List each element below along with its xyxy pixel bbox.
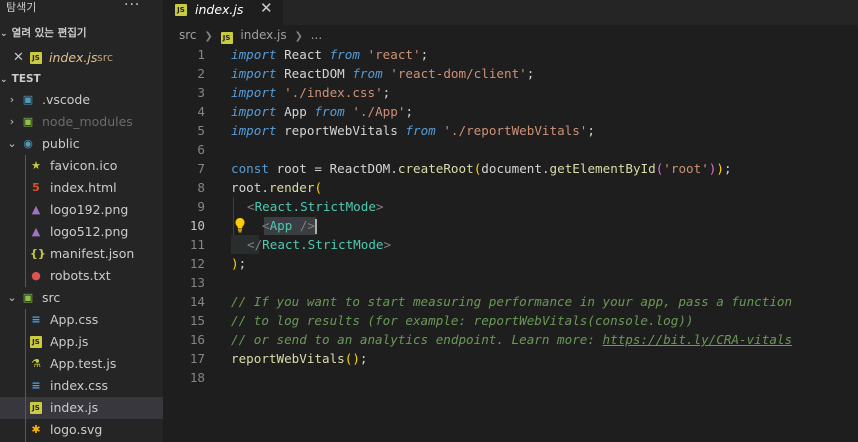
tab-bar: JS index.js ✕ xyxy=(163,0,858,26)
chevron-down-icon: ⌄ xyxy=(0,75,8,85)
json-icon: {} xyxy=(30,247,46,260)
tree-item-label: index.js xyxy=(50,400,99,415)
line-number: 6 xyxy=(197,142,205,157)
open-editor-item[interactable]: ✕ JS index.js src xyxy=(0,47,163,69)
test-icon: ⚗ xyxy=(31,357,41,370)
lightbulb-icon[interactable] xyxy=(234,217,246,233)
tab-label: index.js xyxy=(195,2,244,17)
open-editor-folder: src xyxy=(97,51,114,64)
chevron-down-icon: ⌄ xyxy=(0,29,8,39)
svg-icon: ✱ xyxy=(31,423,41,436)
line-number: 18 xyxy=(189,370,205,385)
public-folder-icon: ◉ xyxy=(23,137,33,150)
explorer-sidebar: 탐색기 ··· ⌄ 열려 있는 편집기 ✕ JS index.js src ⌄ … xyxy=(0,0,163,442)
more-actions-button[interactable]: ··· xyxy=(124,0,140,13)
js-file-icon: JS xyxy=(30,52,42,64)
code-line: root.render( xyxy=(231,180,323,195)
open-editors-label: 열려 있는 편집기 xyxy=(11,27,87,39)
code-line: // to log results (for example: reportWe… xyxy=(231,313,694,328)
explorer-title: 탐색기 xyxy=(6,1,37,14)
code-line: import ReactDOM from 'react-dom/client'; xyxy=(231,66,535,81)
project-section[interactable]: ⌄ TEST xyxy=(0,71,41,87)
js-icon: JS xyxy=(30,402,42,414)
js-file-icon: JS xyxy=(220,32,233,44)
code-line: const root = ReactDOM.createRoot(documen… xyxy=(231,161,732,176)
css-icon: ≡ xyxy=(31,379,41,392)
css-icon: ≡ xyxy=(31,313,41,326)
tree-item-label: public xyxy=(42,136,80,151)
js-file-icon: JS xyxy=(175,4,187,16)
tree-item-label: src xyxy=(42,290,61,305)
vscode-folder-icon: ▣ xyxy=(22,93,34,106)
code-line: import React from 'react'; xyxy=(231,47,429,62)
chevron-right-icon: ❯ xyxy=(204,31,213,42)
chevron-right-icon: › xyxy=(9,93,15,106)
html-icon: 5 xyxy=(32,181,40,194)
tree-item-label: robots.txt xyxy=(50,268,111,283)
chevron-down-icon: ⌄ xyxy=(7,137,17,150)
tab-index-js[interactable]: JS index.js ✕ xyxy=(163,0,283,26)
open-editors-section[interactable]: ⌄ 열려 있는 편집기 xyxy=(0,25,87,41)
js-icon: JS xyxy=(30,336,42,348)
code-line-active: <App /> xyxy=(262,218,316,233)
text-cursor xyxy=(315,219,317,234)
code-line: <React.StrictMode> xyxy=(247,199,384,214)
code-line: </React.StrictMode> xyxy=(247,237,392,252)
breadcrumb-more[interactable]: ... xyxy=(311,28,322,42)
project-label: TEST xyxy=(11,73,41,85)
chevron-right-icon: ❯ xyxy=(294,31,303,42)
tree-item-label: logo512.png xyxy=(50,224,129,239)
open-editor-name: index.js xyxy=(49,50,98,65)
node-folder-icon: ▣ xyxy=(22,115,34,128)
tree-item-label: index.css xyxy=(50,378,109,393)
tree-item-label: logo192.png xyxy=(50,202,129,217)
line-number-row: 18 xyxy=(163,368,858,387)
line-number-row: 13 xyxy=(163,273,858,292)
code-line: import reportWebVitals from './reportWeb… xyxy=(231,123,595,138)
tree-indent-guide xyxy=(25,309,26,442)
code-line: ); xyxy=(231,256,247,271)
tree-indent-guide xyxy=(25,155,26,287)
image-icon: ▲ xyxy=(31,225,41,238)
code-editor[interactable]: 1 2 3 4 5 6 7 8 9 10 11 12 13 14 15 16 17 18 import React… xyxy=(163,45,858,442)
code-line: // or send to an analytics endpoint. Lea… xyxy=(231,332,793,347)
tree-item-label: logo.svg xyxy=(50,422,103,437)
code-link[interactable]: https://bit.ly/CRA-vitals xyxy=(603,332,793,347)
tree-item-label: App.test.js xyxy=(50,356,117,371)
tree-folder[interactable]: ⌄ ◉ public xyxy=(0,133,163,155)
tree-folder[interactable]: › ▣ .vscode xyxy=(0,89,163,111)
tree-item-label: manifest.json xyxy=(50,246,135,261)
tree-item-label: .vscode xyxy=(42,92,91,107)
breadcrumb-file[interactable]: index.js xyxy=(240,28,286,42)
tree-item-label: node_modules xyxy=(42,114,133,129)
code-line: // If you want to start measuring perfor… xyxy=(231,294,793,309)
code-line: import './index.css'; xyxy=(231,85,391,100)
chevron-down-icon: ⌄ xyxy=(7,291,17,304)
line-number: 13 xyxy=(189,275,205,290)
code-line: reportWebVitals(); xyxy=(231,351,368,366)
close-icon[interactable]: ✕ xyxy=(260,0,273,17)
tree-item-label: index.html xyxy=(50,180,117,195)
line-number-row: 6 xyxy=(163,140,858,159)
breadcrumb: src ❯ JS index.js ❯ ... xyxy=(179,26,322,44)
close-icon[interactable]: ✕ xyxy=(13,47,24,69)
tree-item-label: App.css xyxy=(50,312,99,327)
tree-folder[interactable]: ⌄ ▣ src xyxy=(0,287,163,309)
code-line: import App from './App'; xyxy=(231,104,414,119)
src-folder-icon: ▣ xyxy=(22,291,34,304)
robot-icon: ● xyxy=(31,269,41,282)
tree-item-label: favicon.ico xyxy=(50,158,118,173)
tree-folder[interactable]: › ▣ node_modules xyxy=(0,111,163,133)
image-icon: ▲ xyxy=(31,203,41,216)
chevron-right-icon: › xyxy=(9,115,15,128)
breadcrumb-folder[interactable]: src xyxy=(179,28,197,42)
tree-item-label: App.js xyxy=(50,334,89,349)
star-icon: ★ xyxy=(31,159,41,172)
